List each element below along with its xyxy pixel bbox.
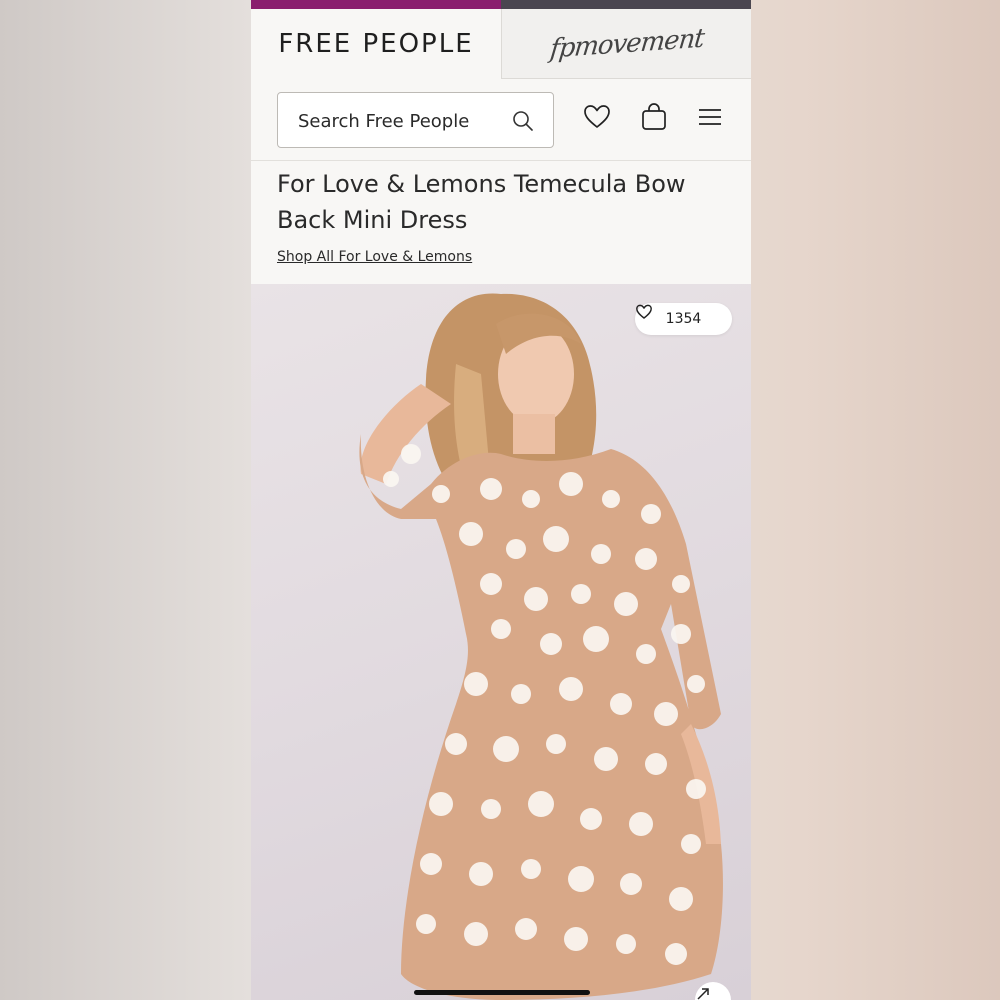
mobile-page: FREE PEOPLE fpmovement For Love & Lemons…: [251, 0, 751, 1000]
search-icon[interactable]: [511, 109, 535, 133]
home-indicator: [414, 990, 590, 995]
shop-brand-link[interactable]: Shop All For Love & Lemons: [277, 249, 472, 265]
search-input[interactable]: [296, 107, 510, 135]
heart-icon[interactable]: [582, 102, 612, 132]
tab-fp-movement[interactable]: fpmovement: [501, 9, 751, 79]
heart-icon: [636, 304, 652, 319]
active-tab-indicator: [251, 0, 501, 9]
product-image[interactable]: 1354: [251, 284, 751, 1000]
hamburger-menu-icon[interactable]: [695, 102, 725, 132]
free-people-logo: FREE PEOPLE: [278, 29, 474, 59]
likes-count: 1354: [665, 311, 702, 327]
search-box[interactable]: [277, 92, 554, 148]
likes-badge[interactable]: 1354: [635, 303, 732, 335]
expand-icon: [697, 988, 709, 1000]
header-divider: [251, 160, 751, 161]
model-photo-illustration: [359, 293, 723, 1000]
shopping-bag-icon[interactable]: [639, 102, 669, 132]
status-bar: [251, 0, 751, 9]
product-title: For Love & Lemons Temecula Bow Back Mini…: [277, 170, 686, 234]
tab-free-people[interactable]: FREE PEOPLE: [251, 9, 501, 79]
fp-movement-logo: fpmovement: [548, 22, 706, 65]
